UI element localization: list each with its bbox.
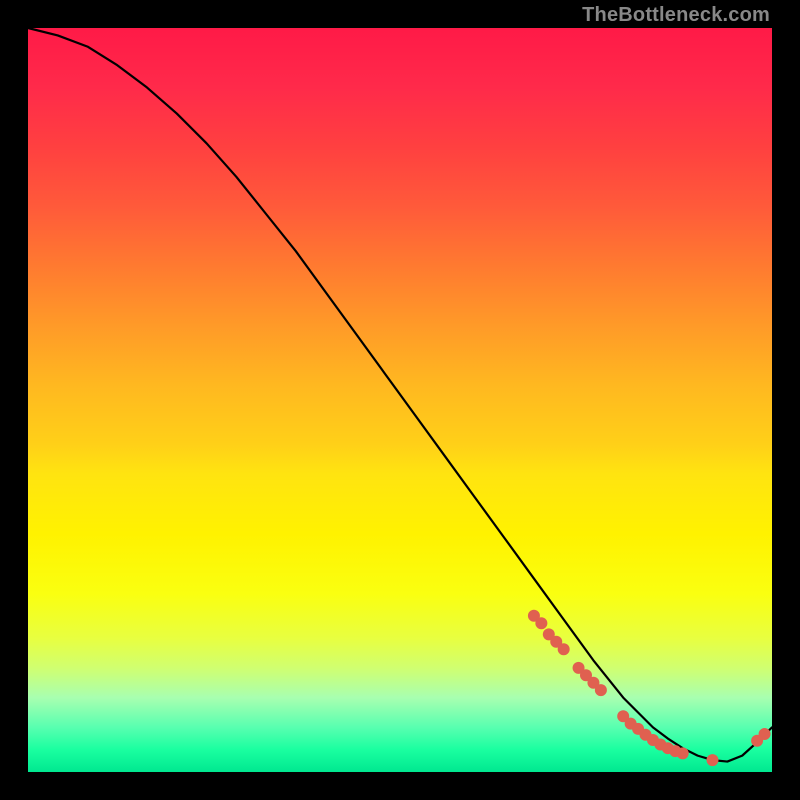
data-point [558,643,570,655]
chart-frame: TheBottleneck.com [0,0,800,800]
data-point [677,747,689,759]
data-point [759,728,771,740]
chart-overlay [28,28,772,772]
data-point [535,617,547,629]
data-point [595,684,607,696]
data-point-markers [528,610,771,766]
watermark-text: TheBottleneck.com [582,4,770,27]
bottleneck-curve [28,28,772,762]
data-point [706,754,718,766]
